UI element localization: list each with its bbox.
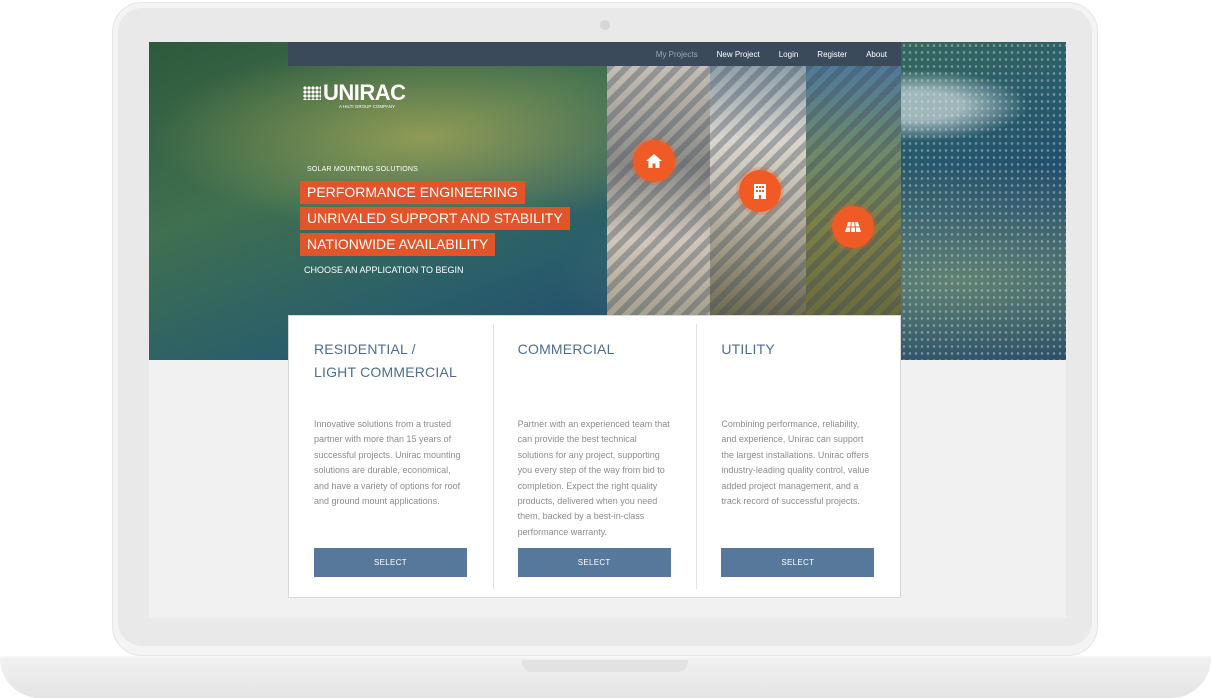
hero-tagline: SOLAR MOUNTING SOLUTIONS: [307, 166, 418, 173]
nav-my-projects[interactable]: My Projects: [656, 50, 698, 59]
card-description: Partner with an experienced team that ca…: [517, 419, 670, 537]
card-title-line1: COMMERCIAL: [517, 341, 615, 357]
laptop-notch: [522, 660, 688, 672]
website-screen: My Projects New Project Login Register A…: [149, 42, 1066, 618]
nav-register[interactable]: Register: [817, 50, 847, 59]
highlight-support: UNRIVALED SUPPORT AND STABILITY: [300, 207, 570, 230]
card-title-line2: LIGHT COMMERCIAL: [314, 364, 457, 380]
card-title-line1: UTILITY: [721, 341, 775, 357]
hero-cta-text: CHOOSE AN APPLICATION TO BEGIN: [304, 265, 464, 275]
application-cards: RESIDENTIAL / LIGHT COMMERCIAL Innovativ…: [288, 315, 901, 598]
card-description: Combining performance, reliability, and …: [721, 419, 870, 507]
highlight-performance: PERFORMANCE ENGINEERING: [300, 181, 525, 204]
logo-text: UNIRAC: [323, 80, 406, 105]
card-commercial: COMMERCIAL Partner with an experienced t…: [492, 316, 697, 597]
solar-panel-icon[interactable]: [832, 206, 874, 248]
top-nav: My Projects New Project Login Register A…: [288, 42, 901, 66]
card-title-line1: RESIDENTIAL /: [314, 341, 416, 357]
card-description: Innovative solutions from a trusted part…: [314, 419, 461, 507]
utility-image[interactable]: [806, 66, 901, 315]
card-title: UTILITY: [721, 338, 875, 390]
residential-image[interactable]: [607, 66, 710, 315]
nav-new-project[interactable]: New Project: [717, 50, 760, 59]
card-residential: RESIDENTIAL / LIGHT COMMERCIAL Innovativ…: [289, 316, 493, 597]
unirac-logo[interactable]: UNIRAC A HILTI GROUP COMPANY: [303, 80, 406, 109]
nav-about[interactable]: About: [866, 50, 887, 59]
building-icon[interactable]: [739, 170, 781, 212]
card-title: RESIDENTIAL / LIGHT COMMERCIAL: [314, 338, 468, 390]
logo-mark-icon: [303, 86, 321, 100]
select-utility-button[interactable]: SELECT: [721, 548, 875, 577]
select-residential-button[interactable]: SELECT: [314, 548, 467, 577]
card-utility: UTILITY Combining performance, reliabili…: [696, 316, 900, 597]
highlight-availability: NATIONWIDE AVAILABILITY: [300, 233, 496, 256]
camera-icon: [600, 20, 610, 30]
nav-login[interactable]: Login: [779, 50, 799, 59]
select-commercial-button[interactable]: SELECT: [517, 548, 671, 577]
house-icon[interactable]: [633, 140, 675, 182]
card-title: COMMERCIAL: [518, 338, 672, 390]
city-aerial-image: [901, 42, 1066, 360]
